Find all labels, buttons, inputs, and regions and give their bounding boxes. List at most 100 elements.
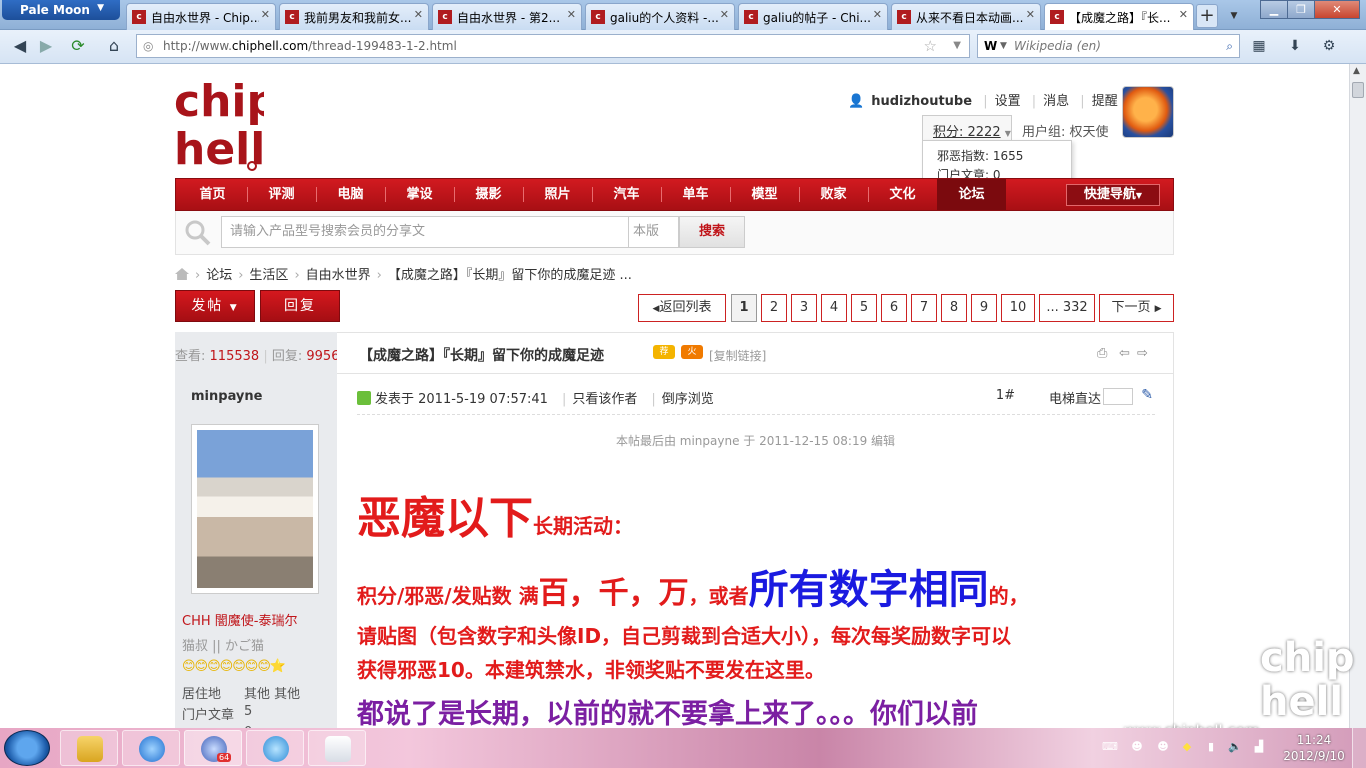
page-8[interactable]: 8 — [941, 294, 967, 322]
page-9[interactable]: 9 — [971, 294, 997, 322]
prev-thread-icon[interactable]: ⇦ — [1119, 346, 1130, 361]
nav-handheld[interactable]: 掌设 — [385, 179, 454, 210]
crumb-board[interactable]: 自由水世界 — [306, 268, 371, 283]
nav-bikes[interactable]: 单车 — [661, 179, 730, 210]
magnifier-icon[interactable]: ⌕ — [1226, 35, 1233, 57]
nav-photography[interactable]: 摄影 — [454, 179, 523, 210]
nav-photos[interactable]: 照片 — [523, 179, 592, 210]
close-icon[interactable]: ✕ — [414, 8, 423, 21]
qq-icon[interactable]: ☻ — [1130, 740, 1144, 754]
page-5[interactable]: 5 — [851, 294, 877, 322]
nav-forum[interactable]: 论坛 — [937, 179, 1006, 210]
keyboard-icon[interactable]: ⌨ — [1102, 740, 1118, 754]
page-6[interactable]: 6 — [881, 294, 907, 322]
show-desktop-button[interactable] — [1352, 728, 1366, 768]
next-thread-icon[interactable]: ⇨ — [1137, 346, 1148, 361]
nav-models[interactable]: 模型 — [730, 179, 799, 210]
author-avatar[interactable] — [191, 424, 319, 594]
only-author-link[interactable]: 只看该作者 — [572, 392, 637, 407]
chevron-down-icon[interactable]: ▼ — [953, 35, 961, 57]
page-10[interactable]: 10 — [1001, 294, 1035, 322]
download-icon[interactable]: ⬇ — [1282, 34, 1308, 58]
close-icon[interactable]: ✕ — [1179, 8, 1188, 21]
chevron-down-icon[interactable]: ▼ — [1000, 35, 1007, 57]
wikipedia-icon[interactable]: W — [984, 35, 997, 57]
tab[interactable]: c galiu的帖子 - Chi... ✕ — [738, 3, 888, 30]
system-clock[interactable]: 11:24 2012/9/10 — [1282, 732, 1346, 764]
settings-link[interactable]: 设置 — [995, 94, 1021, 109]
taskbar-window[interactable] — [308, 730, 366, 766]
page-1[interactable]: 1 — [731, 294, 757, 322]
search-button[interactable]: 搜索 — [679, 216, 745, 248]
taskbar-explorer[interactable] — [60, 730, 118, 766]
page-scrollbar[interactable]: ▲ — [1349, 64, 1366, 728]
nav-pc[interactable]: 电脑 — [316, 179, 385, 210]
user-avatar[interactable] — [1122, 86, 1174, 138]
tools-icon[interactable]: ⚙ — [1316, 34, 1342, 58]
nav-home[interactable]: 首页 — [178, 179, 247, 210]
tab[interactable]: c 自由水世界 - 第2... ✕ — [432, 3, 582, 30]
bookmark-star-icon[interactable]: ☆ — [924, 35, 937, 57]
next-page-button[interactable]: 下一页 ▶ — [1099, 294, 1174, 322]
nav-shopping[interactable]: 败家 — [799, 179, 868, 210]
page-3[interactable]: 3 — [791, 294, 817, 322]
page-7[interactable]: 7 — [911, 294, 937, 322]
tab-active[interactable]: c 【成魔之路】『长... ✕ — [1044, 3, 1194, 31]
tab[interactable]: c 自由水世界 - Chip... ✕ — [126, 3, 276, 30]
edit-icon[interactable]: ✎ — [1141, 387, 1153, 403]
close-icon[interactable]: ✕ — [261, 8, 270, 21]
close-icon[interactable]: ✕ — [720, 8, 729, 21]
taskbar-app[interactable] — [246, 730, 304, 766]
username-link[interactable]: hudizhoutube — [871, 94, 972, 109]
home-button-icon[interactable]: ⌂ — [100, 34, 128, 58]
home-icon[interactable] — [175, 268, 189, 280]
elevator-input[interactable] — [1103, 388, 1133, 405]
crumb-life[interactable]: 生活区 — [249, 268, 288, 283]
copy-link[interactable]: [复制链接] — [709, 347, 766, 364]
search-input[interactable]: 请输入产品型号搜索会员的分享文 — [221, 216, 629, 248]
messages-link[interactable]: 消息 — [1043, 94, 1069, 109]
scroll-thumb[interactable] — [1352, 82, 1364, 98]
nav-culture[interactable]: 文化 — [868, 179, 937, 210]
taskbar-ie[interactable] — [122, 730, 180, 766]
qq-icon[interactable]: ☻ — [1156, 740, 1170, 754]
credit-dropdown[interactable]: 积分: 2222 ▼ — [922, 115, 1012, 141]
search-bar[interactable]: W ▼ Wikipedia (en) ⌕ — [977, 34, 1240, 58]
maximize-button[interactable]: ❐ — [1287, 0, 1315, 19]
notifications-link[interactable]: 提醒 — [1092, 94, 1118, 109]
scroll-up-icon[interactable]: ▲ — [1353, 66, 1360, 76]
new-tab-button[interactable]: + — [1196, 4, 1218, 28]
search-scope-select[interactable]: 本版 — [629, 216, 679, 248]
nav-review[interactable]: 评测 — [247, 179, 316, 210]
chiphell-logo[interactable]: chip hell — [174, 72, 264, 172]
reload-icon[interactable]: ⟳ — [64, 34, 92, 58]
grid-icon[interactable]: ▦ — [1246, 34, 1272, 58]
page-4[interactable]: 4 — [821, 294, 847, 322]
author-name[interactable]: minpayne — [191, 389, 262, 404]
minimize-button[interactable]: ▁ — [1260, 0, 1288, 19]
taskbar-palemoon[interactable]: 64 — [184, 730, 242, 766]
tab[interactable]: c 我前男友和我前女... ✕ — [279, 3, 429, 30]
new-post-button[interactable]: 发帖 ▼ — [175, 290, 255, 322]
tab-list-button[interactable]: ▼ — [1224, 4, 1244, 28]
volume-icon[interactable]: 🔈 — [1228, 740, 1242, 754]
app-menu-button[interactable]: Pale Moon ▼ — [2, 0, 120, 20]
shield-icon[interactable]: ◆ — [1180, 740, 1194, 754]
print-icon[interactable]: ⎙ — [1097, 346, 1107, 361]
reverse-order-link[interactable]: 倒序浏览 — [662, 392, 714, 407]
close-icon[interactable]: ✕ — [873, 8, 882, 21]
windows-start-button[interactable] — [4, 730, 50, 766]
back-to-list-button[interactable]: ◀返回列表 — [638, 294, 726, 322]
back-icon[interactable]: ◀ — [6, 34, 34, 58]
page-last[interactable]: ... 332 — [1039, 294, 1095, 322]
close-icon[interactable]: ✕ — [567, 8, 576, 21]
close-window-button[interactable]: ✕ — [1314, 0, 1360, 19]
nav-cars[interactable]: 汽车 — [592, 179, 661, 210]
forward-icon[interactable]: ▶ — [32, 34, 60, 58]
close-icon[interactable]: ✕ — [1026, 8, 1035, 21]
network-icon[interactable]: ▟ — [1252, 740, 1266, 754]
url-bar[interactable]: http://www.chiphell.com/thread-199483-1-… — [136, 34, 970, 58]
page-2[interactable]: 2 — [761, 294, 787, 322]
quick-nav-button[interactable]: 快捷导航▼ — [1066, 184, 1160, 206]
tab[interactable]: c 从来不看日本动画... ✕ — [891, 3, 1041, 30]
